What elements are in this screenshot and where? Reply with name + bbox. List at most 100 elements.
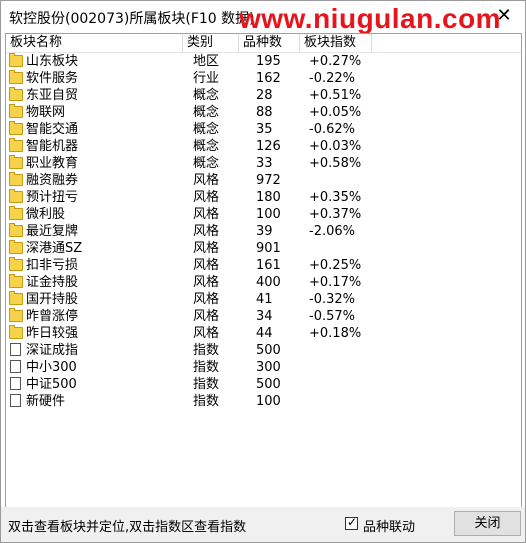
sector-type: 指数 bbox=[193, 394, 220, 409]
sector-index: +0.17% bbox=[309, 275, 362, 290]
sector-type: 风格 bbox=[193, 190, 220, 205]
list-item[interactable]: 昨曾涨停 风格 34 -0.57% bbox=[6, 308, 521, 325]
sector-type: 概念 bbox=[193, 156, 220, 171]
dialog-window: 软控股份(002073)所属板块(F10 数据) www.niugulan.co… bbox=[0, 0, 526, 543]
sector-count: 901 bbox=[256, 241, 281, 256]
watermark-logo: www.niugulan.com bbox=[239, 3, 502, 34]
sector-count: 161 bbox=[256, 258, 281, 273]
list-item[interactable]: 职业教育 概念 33 +0.58% bbox=[6, 155, 521, 172]
sector-count: 500 bbox=[256, 343, 281, 358]
sector-index: -0.62% bbox=[309, 122, 355, 137]
sector-index: +0.18% bbox=[309, 326, 362, 341]
list-item[interactable]: 新硬件 指数 100 bbox=[6, 393, 521, 410]
sector-name: 融资融券 bbox=[26, 173, 79, 188]
folder-icon bbox=[9, 291, 23, 305]
column-header-type[interactable]: 类别 bbox=[183, 34, 239, 52]
list-item[interactable]: 中证500 指数 500 bbox=[6, 376, 521, 393]
list-item[interactable]: 融资融券 风格 972 bbox=[6, 172, 521, 189]
folder-icon bbox=[9, 240, 23, 254]
sector-name: 深证成指 bbox=[26, 343, 79, 358]
sector-name: 物联网 bbox=[26, 105, 66, 120]
sector-count: 180 bbox=[256, 190, 281, 205]
folder-icon bbox=[9, 70, 23, 84]
list-item[interactable]: 深证成指 指数 500 bbox=[6, 342, 521, 359]
sector-name: 职业教育 bbox=[26, 156, 79, 171]
sector-name: 新硬件 bbox=[26, 394, 66, 409]
window-title: 软控股份(002073)所属板块(F10 数据) bbox=[9, 11, 255, 27]
folder-icon bbox=[9, 87, 23, 101]
folder-icon bbox=[9, 274, 23, 288]
sector-list[interactable]: 板块名称 类别 品种数 板块指数 山东板块 地区 195 +0.27% 软件服务 行业 16… bbox=[5, 33, 522, 508]
sector-type: 风格 bbox=[193, 207, 220, 222]
sector-count: 35 bbox=[256, 122, 273, 137]
close-button[interactable]: 关闭 bbox=[454, 511, 521, 536]
document-icon bbox=[10, 343, 21, 356]
sector-name: 昨日较强 bbox=[26, 326, 79, 341]
sector-count: 44 bbox=[256, 326, 273, 341]
sector-name: 东亚自贸 bbox=[26, 88, 79, 103]
sector-index: +0.37% bbox=[309, 207, 362, 222]
sector-type: 行业 bbox=[193, 71, 220, 86]
sector-count: 100 bbox=[256, 394, 281, 409]
folder-icon bbox=[9, 189, 23, 203]
sector-name: 中小300 bbox=[26, 360, 77, 375]
folder-icon bbox=[9, 121, 23, 135]
folder-icon bbox=[9, 257, 23, 271]
sector-index: -0.57% bbox=[309, 309, 355, 324]
list-item[interactable]: 深港通SZ 风格 901 bbox=[6, 240, 521, 257]
list-item[interactable]: 山东板块 地区 195 +0.27% bbox=[6, 53, 521, 70]
sector-type: 地区 bbox=[193, 54, 220, 69]
sector-name: 微利股 bbox=[26, 207, 66, 222]
sector-count: 300 bbox=[256, 360, 281, 375]
list-item[interactable]: 软件服务 行业 162 -0.22% bbox=[6, 70, 521, 87]
status-hint: 双击查看板块并定位,双击指数区查看指数 bbox=[8, 520, 247, 535]
folder-icon bbox=[9, 155, 23, 169]
list-item[interactable]: 微利股 风格 100 +0.37% bbox=[6, 206, 521, 223]
list-item[interactable]: 中小300 指数 300 bbox=[6, 359, 521, 376]
sector-type: 风格 bbox=[193, 241, 220, 256]
list-item[interactable]: 国开持股 风格 41 -0.32% bbox=[6, 291, 521, 308]
sector-type: 概念 bbox=[193, 122, 220, 137]
folder-icon bbox=[9, 206, 23, 220]
sector-type: 指数 bbox=[193, 360, 220, 375]
linkage-checkbox-label[interactable]: 品种联动 bbox=[363, 516, 415, 535]
linkage-checkbox[interactable]: ✓ bbox=[345, 516, 358, 530]
folder-icon bbox=[9, 138, 23, 152]
list-item[interactable]: 昨日较强 风格 44 +0.18% bbox=[6, 325, 521, 342]
column-header-count[interactable]: 品种数 bbox=[239, 34, 300, 52]
list-item[interactable]: 智能交通 概念 35 -0.62% bbox=[6, 121, 521, 138]
list-item[interactable]: 东亚自贸 概念 28 +0.51% bbox=[6, 87, 521, 104]
sector-name: 山东板块 bbox=[26, 54, 79, 69]
list-item[interactable]: 扣非亏损 风格 161 +0.25% bbox=[6, 257, 521, 274]
sector-name: 深港通SZ bbox=[26, 241, 83, 256]
column-header-index[interactable]: 板块指数 bbox=[300, 34, 372, 52]
list-item[interactable]: 预计扭亏 风格 180 +0.35% bbox=[6, 189, 521, 206]
sector-count: 972 bbox=[256, 173, 281, 188]
list-item[interactable]: 证金持股 风格 400 +0.17% bbox=[6, 274, 521, 291]
sector-type: 风格 bbox=[193, 309, 220, 324]
sector-index: +0.35% bbox=[309, 190, 362, 205]
sector-name: 最近复牌 bbox=[26, 224, 79, 239]
column-header-name[interactable]: 板块名称 bbox=[6, 34, 183, 52]
list-rows: 山东板块 地区 195 +0.27% 软件服务 行业 162 -0.22% 东亚自贸 概念 28 +0… bbox=[6, 53, 521, 410]
folder-icon bbox=[9, 104, 23, 118]
sector-index: +0.25% bbox=[309, 258, 362, 273]
sector-name: 中证500 bbox=[26, 377, 77, 392]
sector-name: 智能机器 bbox=[26, 139, 79, 154]
sector-name: 软件服务 bbox=[26, 71, 79, 86]
sector-count: 33 bbox=[256, 156, 273, 171]
sector-name: 扣非亏损 bbox=[26, 258, 79, 273]
sector-type: 概念 bbox=[193, 105, 220, 120]
list-item[interactable]: 物联网 概念 88 +0.05% bbox=[6, 104, 521, 121]
sector-count: 28 bbox=[256, 88, 273, 103]
sector-name: 昨曾涨停 bbox=[26, 309, 79, 324]
close-icon[interactable]: ✕ bbox=[493, 5, 515, 27]
document-icon bbox=[10, 377, 21, 390]
list-item[interactable]: 智能机器 概念 126 +0.03% bbox=[6, 138, 521, 155]
sector-count: 195 bbox=[256, 54, 281, 69]
sector-name: 智能交通 bbox=[26, 122, 79, 137]
list-item[interactable]: 最近复牌 风格 39 -2.06% bbox=[6, 223, 521, 240]
sector-index: +0.51% bbox=[309, 88, 362, 103]
folder-icon bbox=[9, 172, 23, 186]
folder-icon bbox=[9, 325, 23, 339]
